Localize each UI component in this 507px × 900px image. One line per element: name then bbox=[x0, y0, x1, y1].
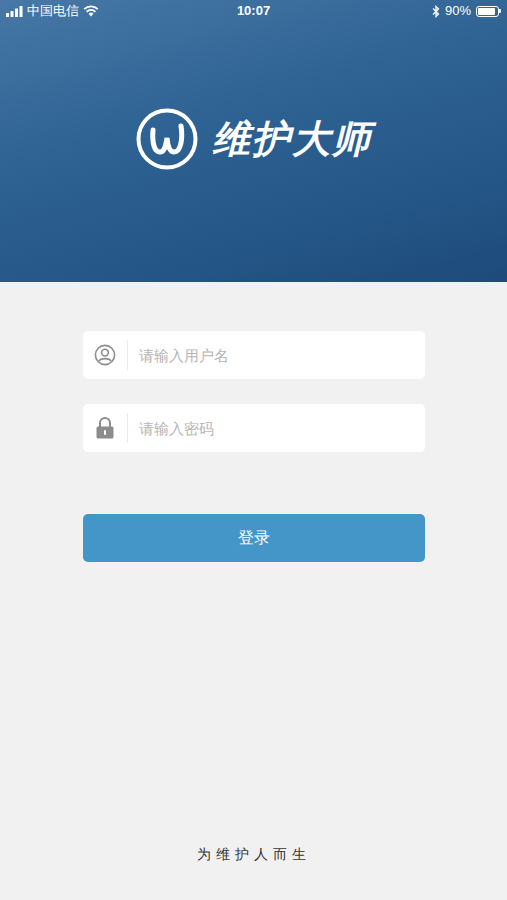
app-title: 维护大师 bbox=[212, 120, 372, 158]
carrier-label: 中国电信 bbox=[27, 1, 79, 21]
status-right: 90% bbox=[432, 1, 501, 21]
status-left: 中国电信 bbox=[6, 1, 99, 21]
logo: 维护大师 bbox=[136, 108, 372, 170]
logo-mark-icon bbox=[136, 108, 198, 170]
battery-fill bbox=[478, 8, 495, 15]
status-bar: 中国电信 10:07 90% bbox=[0, 0, 507, 22]
wifi-icon bbox=[83, 5, 99, 17]
password-icon-box bbox=[83, 416, 127, 440]
username-icon-box bbox=[83, 344, 127, 366]
login-screen: 中国电信 10:07 90% bbox=[0, 0, 507, 900]
lock-icon bbox=[95, 416, 115, 440]
header-photo: 中国电信 10:07 90% bbox=[0, 0, 507, 282]
login-form: 登录 为维护人而生 bbox=[0, 282, 507, 900]
battery-percent: 90% bbox=[445, 1, 471, 21]
login-button[interactable]: 登录 bbox=[83, 514, 425, 562]
slogan: 为维护人而生 bbox=[197, 844, 311, 900]
battery-tip bbox=[499, 9, 501, 13]
password-field[interactable] bbox=[83, 404, 425, 452]
signal-icon bbox=[6, 6, 23, 17]
username-input[interactable] bbox=[128, 331, 425, 379]
user-icon bbox=[94, 344, 116, 366]
clock: 10:07 bbox=[237, 1, 270, 21]
battery-track bbox=[476, 6, 499, 17]
username-field[interactable] bbox=[83, 331, 425, 379]
password-input[interactable] bbox=[128, 404, 425, 452]
battery-icon bbox=[476, 6, 501, 17]
bluetooth-icon bbox=[432, 5, 440, 18]
